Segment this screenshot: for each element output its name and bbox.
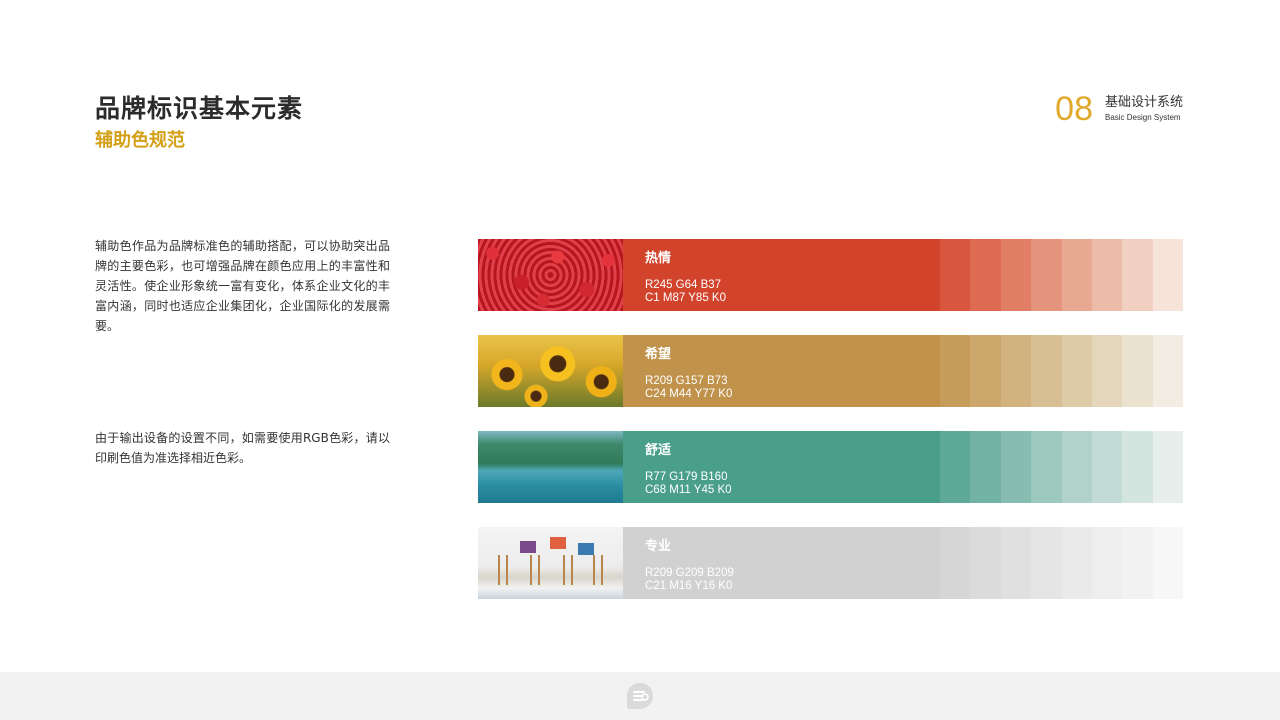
forest-lake-photo: [478, 431, 623, 503]
tint-swatch: [1152, 335, 1183, 407]
tint-strip: [940, 239, 1183, 311]
color-name: 热情: [645, 251, 672, 266]
tint-swatch: [1091, 335, 1123, 407]
footer-bar: [0, 672, 1280, 720]
easel-shape: [563, 555, 573, 585]
tint-swatch: [1031, 527, 1062, 599]
tint-swatch: [1152, 431, 1183, 503]
tint-swatch: [1122, 527, 1153, 599]
rgb-value: R245 G64 B37: [645, 279, 722, 291]
section-label: 基础设计系统 Basic Design System: [1105, 94, 1183, 124]
palette-comfort: 舒适 R77 G179 B160 C68 M11 Y45 K0: [478, 431, 1183, 503]
main-swatch: 专业 R209 G209 B209 C21 M16 Y16 K0: [623, 527, 940, 599]
color-values: R209 G209 B209 C21 M16 Y16 K0: [645, 567, 734, 593]
tint-swatch: [1031, 431, 1062, 503]
tint-swatch: [1122, 431, 1153, 503]
page-title: 品牌标识基本元素: [95, 94, 304, 123]
color-name: 希望: [645, 347, 672, 362]
tint-swatch: [1061, 239, 1092, 311]
palette-professional: 专业 R209 G209 B209 C21 M16 Y16 K0: [478, 527, 1183, 599]
page-subtitle: 辅助色规范: [95, 130, 185, 151]
palette-hope: 希望 R209 G157 B73 C24 M44 Y77 K0: [478, 335, 1183, 407]
main-swatch: 舒适 R77 G179 B160 C68 M11 Y45 K0: [623, 431, 940, 503]
section-number: 08: [1055, 90, 1093, 128]
main-swatch: 希望 R209 G157 B73 C24 M44 Y77 K0: [623, 335, 940, 407]
palette-passion: 热情 R245 G64 B37 C1 M87 Y85 K0: [478, 239, 1183, 311]
art-studio-photo: [478, 527, 623, 599]
cmyk-value: C21 M16 Y16 K0: [645, 580, 733, 592]
tint-swatch: [940, 239, 971, 311]
section-name-en: Basic Design System: [1104, 113, 1181, 122]
tint-swatch: [940, 527, 971, 599]
tint-strip: [940, 431, 1183, 503]
roses-photo: [478, 239, 623, 311]
cmyk-value: C24 M44 Y77 K0: [645, 388, 733, 400]
tint-swatch: [1000, 239, 1032, 311]
tint-swatch: [1091, 527, 1123, 599]
tint-swatch: [1091, 239, 1123, 311]
tint-swatch: [1152, 239, 1183, 311]
description-paragraph-2: 由于输出设备的设置不同，如需要使用RGB色彩，请以印刷色值为准选择相近色彩。: [95, 431, 390, 465]
tint-swatch: [970, 431, 1001, 503]
brand-logo-icon: [627, 683, 653, 709]
canvas-shape: [520, 541, 536, 553]
color-values: R77 G179 B160 C68 M11 Y45 K0: [645, 471, 732, 497]
rgb-value: R209 G209 B209: [645, 567, 734, 579]
section-name-cn: 基础设计系统: [1104, 95, 1183, 110]
color-name: 专业: [645, 539, 672, 554]
tint-swatch: [940, 335, 971, 407]
tint-swatch: [1031, 335, 1062, 407]
tint-swatch: [970, 527, 1001, 599]
easel-shape: [498, 555, 508, 585]
color-values: R209 G157 B73 C24 M44 Y77 K0: [645, 375, 732, 401]
tint-swatch: [940, 431, 971, 503]
title-block: 品牌标识基本元素 辅助色规范: [95, 92, 303, 154]
tint-swatch: [1061, 431, 1092, 503]
tint-swatch: [1122, 335, 1153, 407]
color-name: 舒适: [645, 443, 672, 458]
tint-swatch: [1091, 431, 1123, 503]
canvas-shape: [550, 537, 566, 549]
tint-swatch: [1061, 335, 1092, 407]
section-badge: 08 基础设计系统 Basic Design System: [1055, 90, 1183, 128]
tint-strip: [940, 527, 1183, 599]
tint-swatch: [970, 239, 1001, 311]
tint-swatch: [1031, 239, 1062, 311]
cmyk-value: C1 M87 Y85 K0: [645, 292, 726, 304]
tint-strip: [940, 335, 1183, 407]
rgb-value: R77 G179 B160: [645, 471, 728, 483]
tint-swatch: [1000, 335, 1032, 407]
tint-swatch: [1000, 527, 1032, 599]
tint-swatch: [1061, 527, 1092, 599]
canvas-shape: [578, 543, 594, 555]
tint-swatch: [970, 335, 1001, 407]
tint-swatch: [1000, 431, 1032, 503]
tint-swatch: [1152, 527, 1183, 599]
rgb-value: R209 G157 B73: [645, 375, 728, 387]
tint-swatch: [1122, 239, 1153, 311]
easel-shape: [530, 555, 540, 585]
sunflower-photo: [478, 335, 623, 407]
easel-shape: [593, 555, 603, 585]
color-values: R245 G64 B37 C1 M87 Y85 K0: [645, 279, 726, 305]
main-swatch: 热情 R245 G64 B37 C1 M87 Y85 K0: [623, 239, 940, 311]
description-paragraph-1: 辅助色作品为品牌标准色的辅助搭配，可以协助突出品牌的主要色彩，也可增强品牌在颜色…: [95, 239, 390, 333]
cmyk-value: C68 M11 Y45 K0: [645, 484, 732, 496]
